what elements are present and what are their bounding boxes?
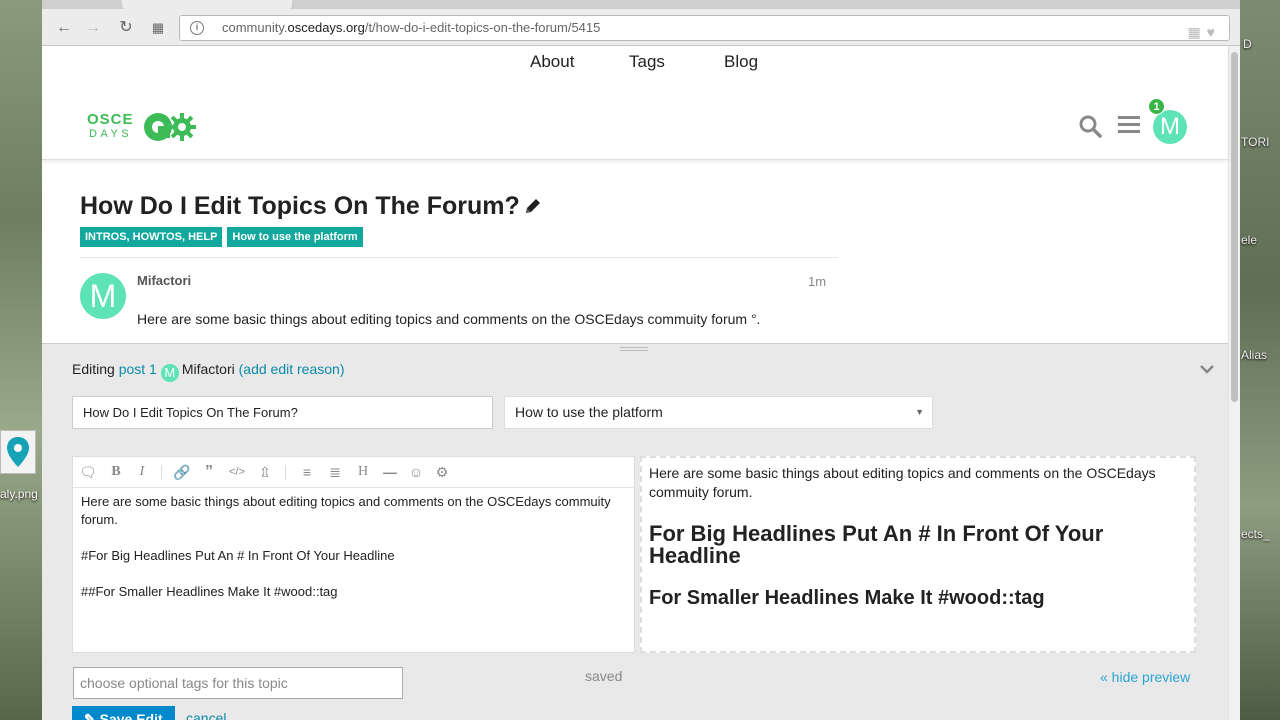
desktop-label: Alias (1241, 348, 1268, 362)
edit-title-pencil-icon[interactable] (523, 196, 543, 222)
nav-blog[interactable]: Blog (724, 52, 758, 72)
emoji-icon[interactable]: ☺ (407, 463, 425, 481)
composer-user-name: Mifactori (181, 361, 235, 377)
url-host: oscedays.org (287, 20, 365, 35)
browser-window: ← → ↻ ▦ i community.oscedays.org/t/how-d… (42, 0, 1240, 720)
hamburger-menu-icon[interactable] (1116, 114, 1142, 140)
desktop-label: TORI (1241, 135, 1270, 149)
category-badge[interactable]: INTROS, HOWTOS, HELP (80, 227, 223, 247)
desktop-label: ele (1241, 233, 1258, 247)
post-body: Here are some basic things about editing… (137, 311, 761, 327)
logo-gear-icon (144, 113, 196, 141)
browser-toolbar: ← → ↻ ▦ i community.oscedays.org/t/how-d… (42, 0, 1240, 46)
blockquote-icon[interactable]: ” (200, 463, 218, 481)
site-info-icon[interactable]: i (190, 21, 204, 35)
desktop-file-label: aly.png (0, 487, 38, 501)
site-header: About Tags Blog OSCE DAYS M 1 (42, 46, 1228, 160)
composer-user-avatar: M (160, 364, 179, 382)
toolbar-separator (285, 465, 286, 480)
url-prefix: community. (222, 20, 288, 35)
numbered-list-icon[interactable]: ≣ (326, 463, 344, 481)
scrollbar-thumb[interactable] (1231, 52, 1238, 402)
markdown-preview: Here are some basic things about editing… (640, 456, 1196, 653)
toolbar-separator (161, 465, 162, 480)
bullet-list-icon[interactable]: ≡ (298, 463, 316, 481)
add-edit-reason-link[interactable]: (add edit reason) (239, 361, 345, 377)
options-icon[interactable]: ⚙ (433, 463, 451, 481)
cancel-link[interactable]: cancel (186, 710, 226, 720)
desktop-label: ects_ (1241, 527, 1270, 541)
dropdown-caret-icon: ▼ (915, 407, 924, 417)
editing-label: Editing (72, 361, 115, 377)
post-timestamp[interactable]: 1m (808, 274, 826, 289)
pencil-icon: ✎ (84, 711, 96, 720)
heading-icon[interactable]: H (354, 463, 372, 481)
bold-icon[interactable]: B (107, 463, 125, 481)
search-icon[interactable] (1077, 114, 1103, 140)
quote-icon[interactable]: 🗨 (79, 463, 97, 481)
saved-status: saved (585, 668, 623, 684)
preview-paragraph: Here are some basic things about editing… (649, 465, 1156, 500)
tags-input[interactable] (73, 667, 403, 699)
category-badges: INTROS, HOWTOS, HELP How to use the plat… (80, 227, 363, 247)
category-badge[interactable]: How to use the platform (227, 227, 363, 247)
reload-icon[interactable]: ↻ (116, 18, 136, 38)
bookmark-icons[interactable]: ▦♥ (1187, 20, 1221, 44)
code-icon[interactable]: </> (228, 463, 246, 481)
nav-about[interactable]: About (530, 52, 574, 72)
url-path: /t/how-do-i-edit-topics-on-the-forum/541… (364, 20, 601, 35)
editor-line: Here are some basic things about editing… (81, 494, 611, 527)
hide-preview-link[interactable]: « hide preview (1100, 669, 1190, 685)
post-author-name[interactable]: Mifactori (137, 273, 191, 288)
address-bar[interactable]: i community.oscedays.org/t/how-do-i-edit… (179, 15, 1230, 41)
active-tab[interactable] (122, 0, 292, 9)
editor-line: #For Big Headlines Put An # In Front Of … (81, 548, 395, 563)
save-edit-button[interactable]: ✎ Save Edit (72, 706, 175, 720)
editing-header: Editing post 1 M Mifactori (add edit reaso… (72, 361, 344, 382)
save-edit-label: Save Edit (99, 711, 163, 720)
editor-toolbar: 🗨 B I 🔗 ” </> ⇫ ≡ ≣ H — ☺ ⚙ (73, 457, 634, 488)
markdown-editor[interactable]: 🗨 B I 🔗 ” </> ⇫ ≡ ≣ H — ☺ ⚙ Here are som… (72, 456, 635, 653)
composer-resize-grip[interactable] (620, 347, 648, 351)
divider (80, 257, 838, 258)
desktop-label: D (1243, 37, 1252, 51)
desktop-background-left (0, 0, 42, 720)
desktop-file-icon[interactable] (0, 430, 36, 474)
edit-composer: Editing post 1 M Mifactori (add edit reaso… (42, 343, 1228, 720)
link-icon[interactable]: 🔗 (173, 463, 191, 481)
rule-icon[interactable]: — (381, 463, 399, 481)
post-author-avatar[interactable]: M (80, 273, 126, 319)
upload-icon[interactable]: ⇫ (256, 463, 274, 481)
collapse-composer-icon[interactable] (1200, 361, 1214, 379)
notification-badge[interactable]: 1 (1148, 98, 1165, 115)
back-icon[interactable]: ← (54, 18, 74, 38)
post-link[interactable]: post 1 (119, 361, 157, 377)
forum-page: About Tags Blog OSCE DAYS M 1 How Do I E… (42, 46, 1228, 720)
map-pin-icon (7, 437, 29, 467)
logo-text-top: OSCE (87, 111, 134, 128)
italic-icon[interactable]: I (133, 463, 151, 481)
logo-text-bottom: DAYS (89, 128, 133, 140)
apps-grid-icon[interactable]: ▦ (148, 18, 168, 38)
tab-strip (42, 0, 1240, 9)
page-scrollbar[interactable] (1228, 46, 1240, 720)
category-select[interactable]: How to use the platform ▼ (504, 396, 933, 429)
category-select-value: How to use the platform (515, 404, 663, 420)
preview-heading-2: For Smaller Headlines Make It #wood::tag (649, 587, 1045, 609)
site-logo[interactable]: OSCE DAYS (87, 110, 199, 146)
topic-title-input[interactable] (72, 396, 493, 429)
editor-line: ##For Smaller Headlines Make It #wood::t… (81, 584, 338, 599)
forward-icon[interactable]: → (83, 18, 103, 38)
editor-textarea[interactable]: Here are some basic things about editing… (73, 488, 634, 624)
nav-tags[interactable]: Tags (629, 52, 665, 72)
preview-heading-1: For Big Headlines Put An # In Front Of Y… (649, 521, 1104, 568)
topic-title: How Do I Edit Topics On The Forum? (80, 192, 520, 220)
